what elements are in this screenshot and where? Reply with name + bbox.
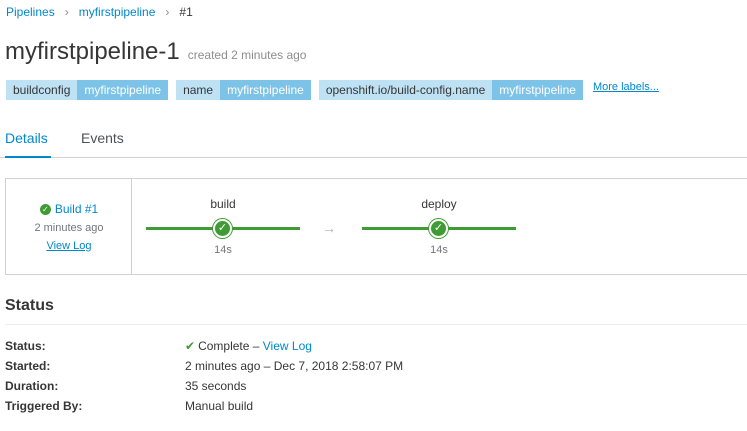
stage-duration: 14s (214, 244, 232, 256)
tab-events[interactable]: Events (81, 130, 124, 146)
check-icon: ✓ (39, 203, 51, 215)
divider (5, 324, 747, 325)
created-timestamp: created 2 minutes ago (187, 48, 307, 62)
label-key: buildconfig (6, 80, 78, 100)
breadcrumb: Pipelines › myfirstpipeline › #1 (6, 4, 193, 20)
chevron-right-icon: › (64, 5, 69, 19)
status-text: Complete (198, 339, 250, 353)
status-separator: – (249, 339, 263, 353)
checkmark-icon: ✔ (185, 339, 196, 353)
status-heading: Status (5, 297, 54, 314)
active-tab-indicator (5, 156, 51, 158)
status-value: ✔ Complete – View Log (185, 339, 312, 353)
tab-details[interactable]: Details (5, 130, 48, 146)
labels-row: buildconfig myfirstpipeline name myfirst… (6, 80, 659, 100)
pipeline-visualization: ✓ Build #1 2 minutes ago View Log build … (5, 178, 747, 275)
started-label: Started: (5, 359, 51, 373)
label-key: openshift.io/build-config.name (318, 80, 493, 100)
page-title: myfirstpipeline-1 (5, 38, 180, 65)
chevron-right-icon: › (165, 5, 170, 19)
triggered-by-value: Manual build (185, 399, 254, 413)
label-value: myfirstpipeline (220, 80, 311, 100)
arrow-right-icon: → (322, 220, 336, 236)
status-label: Status: (5, 339, 46, 353)
more-labels-link[interactable]: More labels... (593, 81, 659, 93)
stage-name: deploy (421, 197, 457, 211)
breadcrumb-pipeline-link[interactable]: myfirstpipeline (79, 5, 156, 19)
check-icon: ✓ (429, 219, 448, 238)
label-value: myfirstpipeline (77, 80, 169, 100)
label-name[interactable]: name myfirstpipeline (176, 80, 311, 100)
breadcrumb-current: #1 (179, 5, 193, 19)
page-header: myfirstpipeline-1 created 2 minutes ago (5, 38, 306, 66)
breadcrumb-pipelines-link[interactable]: Pipelines (6, 5, 55, 19)
label-buildconfig[interactable]: buildconfig myfirstpipeline (6, 80, 169, 100)
build-summary: ✓ Build #1 2 minutes ago View Log (6, 179, 132, 274)
triggered-by-label: Triggered By: (5, 399, 83, 413)
duration-value: 35 seconds (185, 379, 247, 393)
tab-bar: Details Events (0, 120, 747, 158)
view-log-link[interactable]: View Log (6, 240, 132, 252)
started-value: 2 minutes ago – Dec 7, 2018 2:58:07 PM (185, 359, 404, 373)
build-time: 2 minutes ago (34, 222, 104, 234)
build-label: Build #1 (54, 202, 99, 216)
duration-label: Duration: (5, 379, 59, 393)
status-view-log-link[interactable]: View Log (263, 339, 312, 353)
label-value: myfirstpipeline (492, 80, 583, 100)
stage-name: build (210, 197, 236, 211)
build-link[interactable]: ✓ Build #1 (6, 202, 132, 216)
check-icon: ✓ (213, 219, 232, 238)
label-key: name (176, 80, 221, 100)
label-build-config-name[interactable]: openshift.io/build-config.name myfirstpi… (318, 80, 583, 100)
stage-duration: 14s (430, 244, 448, 256)
